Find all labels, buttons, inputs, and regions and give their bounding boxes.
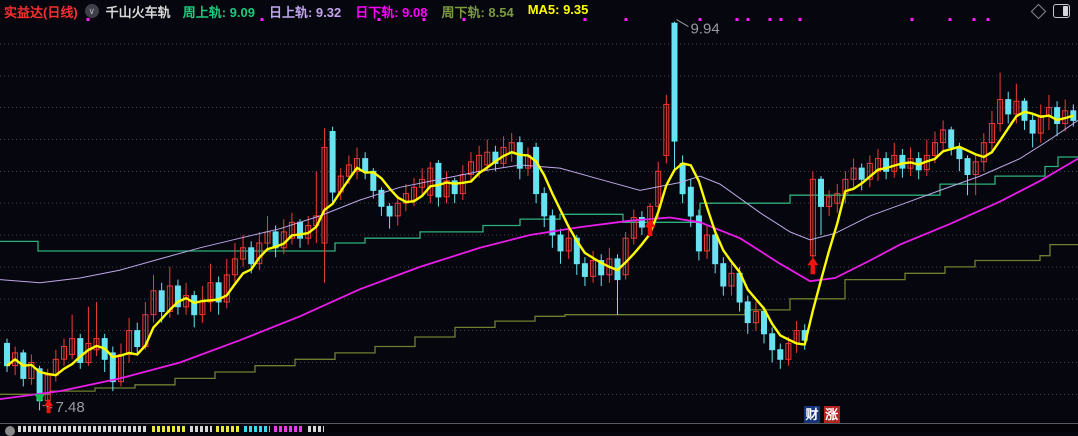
indicator-header: 实益达(日线) ∨ 千山火车轨 周上轨: 9.09 日上轨: 9.32 日下轨: 9… (0, 0, 1078, 22)
candle-body (744, 301, 751, 324)
candle-body (777, 349, 784, 360)
candle-body (4, 342, 10, 367)
candle-body (248, 247, 255, 265)
ma5-line (6, 110, 1074, 377)
candle-body (858, 167, 865, 180)
candle-body (899, 154, 906, 169)
candle-body (1005, 99, 1012, 115)
candle-body (557, 234, 564, 252)
indicator-value: 日下轨: 9.08 (355, 4, 428, 20)
candle-body (948, 129, 955, 148)
candle-body (1029, 119, 1036, 134)
status-text-fragment (152, 426, 186, 432)
candle-body (769, 333, 776, 351)
candle-body (134, 330, 141, 348)
stock-title[interactable]: 实益达(日线) (4, 2, 78, 21)
watermark-left: 财 (804, 406, 820, 423)
buy-arrow-marker (807, 257, 819, 275)
candle-body (362, 158, 369, 172)
indicator-value: 周上轨: 9.09 (182, 4, 255, 20)
panel-bar (1063, 6, 1068, 16)
right-panel-icon[interactable] (1053, 4, 1070, 18)
day-upper-rail-line (0, 119, 1078, 284)
indicator-values: 周上轨: 9.09 日上轨: 9.32 日下轨: 9.08 周下轨: 8.54 MA5:… (183, 2, 603, 21)
status-text-fragment (190, 426, 212, 432)
candle-body (964, 158, 971, 176)
status-text-fragment (18, 426, 148, 432)
candle-body (541, 193, 548, 217)
watermark-badge: 财 涨 (804, 406, 840, 423)
candle-body (818, 178, 824, 207)
candle-body (191, 295, 198, 316)
status-text-fragment (308, 426, 324, 432)
candle-body (386, 205, 393, 217)
candle-body (671, 22, 678, 142)
candle-body (533, 146, 540, 195)
indicator-name[interactable]: 千山火车轨 (106, 2, 171, 21)
indicator-value: 周下轨: 8.54 (441, 4, 514, 20)
low-price-label: 7.48 (56, 399, 85, 416)
candle-body (761, 311, 767, 335)
status-text-fragment (244, 426, 270, 432)
status-text-fragment (216, 426, 240, 432)
candle-body (329, 131, 336, 193)
watermark-right: 涨 (823, 406, 840, 423)
candlestick-chart[interactable]: 9.94 7.48 (0, 0, 1078, 432)
candle-body (687, 186, 694, 217)
candle-body (720, 263, 727, 287)
indicator-value: MA5: 9.35 (527, 1, 589, 17)
chevron-down-icon[interactable]: ∨ (84, 4, 99, 18)
indicator-value: 日上轨: 9.32 (268, 4, 342, 20)
candle-body (158, 290, 165, 312)
high-price-label: 9.94 (690, 21, 719, 38)
status-circle-icon (5, 426, 15, 436)
candle-body (712, 234, 719, 265)
candle-body (956, 146, 963, 160)
candle-body (679, 162, 686, 195)
bottom-status-bar (0, 424, 1078, 436)
status-text-fragment (274, 426, 304, 432)
diamond-icon[interactable] (1030, 3, 1047, 19)
sell-triangle-marker (34, 394, 45, 404)
candle-body (581, 263, 588, 277)
